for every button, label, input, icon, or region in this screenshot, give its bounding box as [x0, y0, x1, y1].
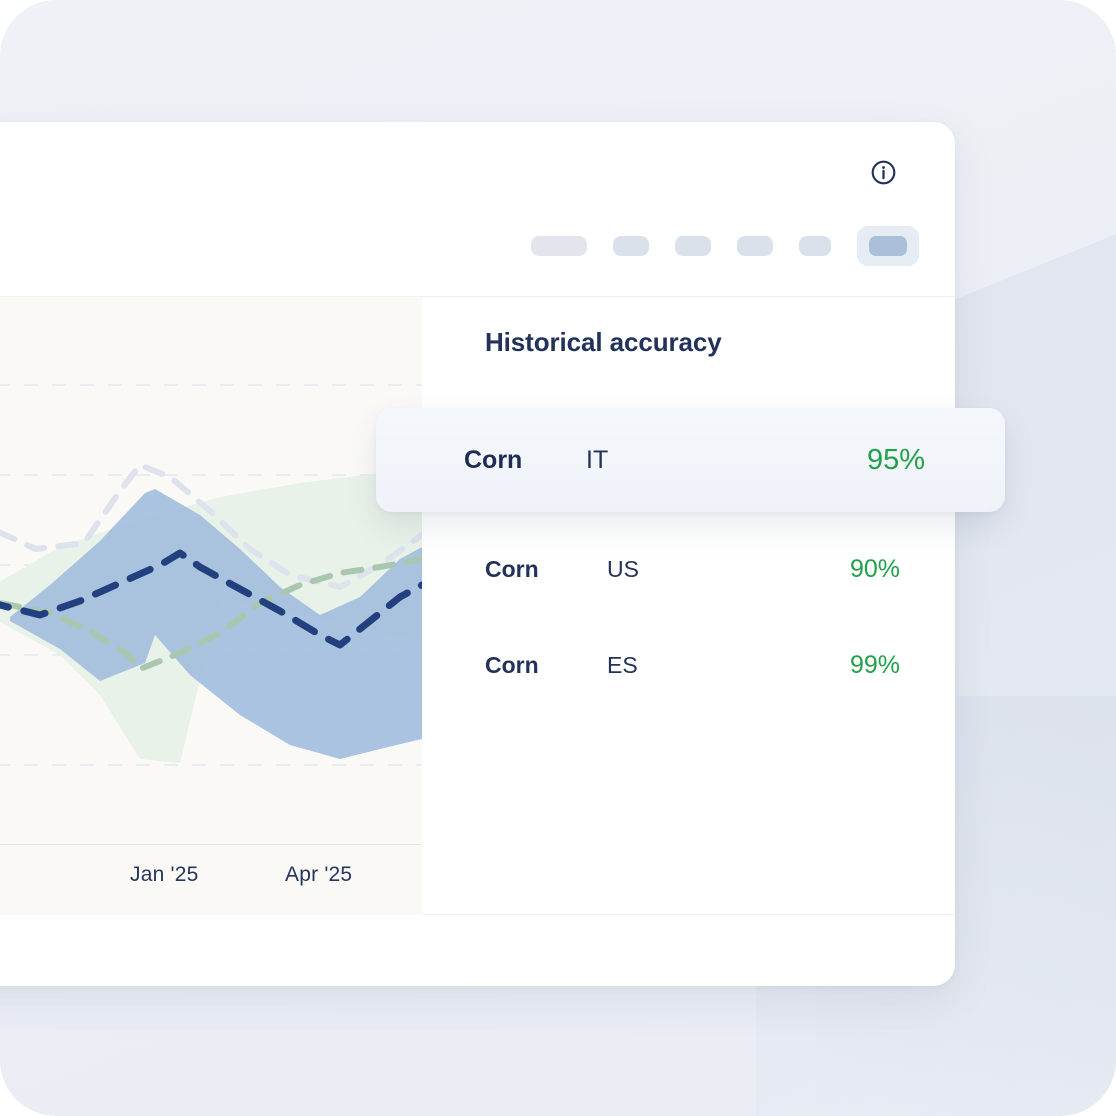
table-row[interactable]: Corn US 90% [422, 521, 955, 617]
tab-skeleton-3[interactable] [675, 236, 711, 256]
row-country-code: ES [607, 651, 638, 678]
x-tick-label-2: Apr '25 [285, 863, 353, 886]
app-card: ct '24 Jan '25 Apr '25 Historical accura… [0, 122, 955, 986]
tab-placeholder-row [531, 226, 919, 266]
screenshot-stage: ct '24 Jan '25 Apr '25 Historical accura… [0, 0, 1116, 1116]
row-accuracy-value: 90% [849, 554, 900, 583]
row-country-code: US [607, 555, 639, 582]
row-accuracy-value: 99% [849, 650, 900, 679]
tab-selected[interactable] [857, 226, 919, 266]
table-row-highlighted[interactable]: Corn IT 95% [376, 408, 1005, 512]
body-divider [422, 914, 955, 915]
tab-skeleton-5[interactable] [799, 236, 831, 256]
forecast-chart-panel: ct '24 Jan '25 Apr '25 [0, 297, 422, 915]
card-footer [0, 915, 955, 985]
card-header [0, 122, 955, 297]
tab-skeleton-1[interactable] [531, 236, 587, 256]
row-accuracy-value: 95% [866, 443, 925, 476]
forecast-chart [0, 384, 422, 766]
x-tick-label-1: Jan '25 [130, 863, 199, 886]
info-circle-icon[interactable] [869, 158, 897, 186]
historical-accuracy-panel: Historical accuracy Corn US 90% Corn ES … [422, 297, 955, 915]
card-body: ct '24 Jan '25 Apr '25 Historical accura… [0, 297, 955, 915]
row-crop-name: Corn [485, 555, 539, 582]
chart-axis-line [0, 844, 422, 845]
tab-selected-indicator [869, 236, 907, 256]
tab-skeleton-4[interactable] [737, 236, 773, 256]
row-crop-name: Corn [464, 445, 523, 474]
page-title: Historical accuracy [485, 327, 722, 357]
chart-x-axis: ct '24 Jan '25 Apr '25 [0, 863, 422, 893]
row-crop-name: Corn [485, 651, 539, 678]
table-row[interactable]: Corn ES 99% [422, 617, 955, 713]
tab-skeleton-2[interactable] [613, 236, 649, 256]
row-country-code: IT [586, 445, 609, 474]
